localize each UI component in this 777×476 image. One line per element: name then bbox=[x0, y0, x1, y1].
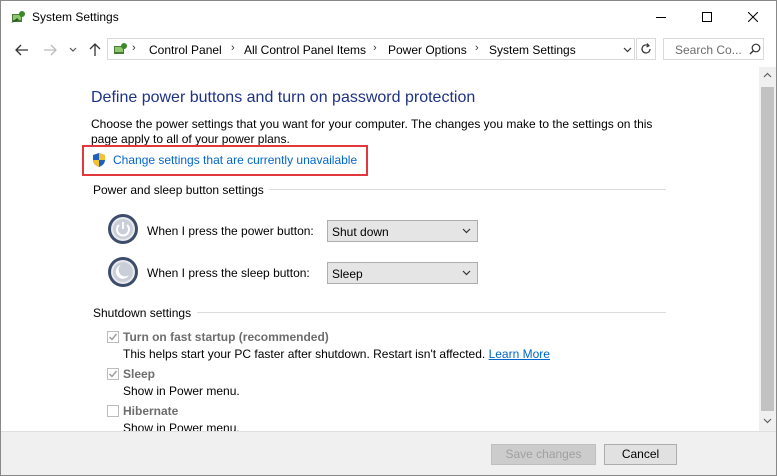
fast-startup-desc-text: This helps start your PC faster after sh… bbox=[123, 347, 486, 361]
window-title: System Settings bbox=[32, 10, 119, 24]
breadcrumb-separator: › bbox=[475, 42, 479, 54]
sleep-checkbox[interactable] bbox=[107, 368, 119, 380]
page-title: Define power buttons and turn on passwor… bbox=[91, 89, 476, 106]
hibernate-option-label: Hibernate bbox=[123, 404, 179, 418]
back-button[interactable] bbox=[13, 42, 31, 58]
sleep-option-label: Sleep bbox=[123, 367, 156, 381]
back-arrow-icon bbox=[15, 44, 28, 56]
sleep-option-description: Show in Power menu. bbox=[123, 384, 240, 398]
sleep-button-icon bbox=[108, 257, 138, 287]
forward-button[interactable] bbox=[41, 42, 59, 58]
scrollbar-thumb[interactable] bbox=[761, 87, 774, 411]
chevron-down-icon bbox=[69, 47, 77, 52]
sleep-button-label: When I press the sleep button: bbox=[147, 266, 310, 280]
control-panel-icon bbox=[11, 11, 25, 23]
title-bar: System Settings bbox=[1, 1, 776, 33]
scroll-down-icon[interactable] bbox=[763, 418, 772, 424]
uac-shield-icon bbox=[93, 153, 105, 167]
maximize-button[interactable] bbox=[684, 1, 730, 33]
scroll-up-icon[interactable] bbox=[763, 72, 772, 78]
close-icon bbox=[748, 12, 758, 22]
breadcrumb-separator: › bbox=[373, 42, 377, 54]
save-changes-button[interactable]: Save changes bbox=[491, 444, 596, 465]
checkmark-icon bbox=[109, 333, 118, 341]
cancel-button[interactable]: Cancel bbox=[604, 444, 677, 465]
section-divider bbox=[197, 312, 666, 313]
search-input[interactable]: Search Co... bbox=[663, 38, 764, 60]
shutdown-section-title: Shutdown settings bbox=[93, 306, 192, 320]
chevron-down-icon bbox=[462, 270, 471, 276]
change-settings-link[interactable]: Change settings that are currently unava… bbox=[113, 153, 357, 167]
sleep-button-select[interactable]: Sleep bbox=[327, 262, 478, 284]
search-icon bbox=[749, 43, 761, 55]
up-arrow-icon bbox=[89, 43, 101, 56]
power-section-title: Power and sleep button settings bbox=[93, 183, 264, 197]
fast-startup-checkbox[interactable] bbox=[107, 331, 119, 343]
refresh-button[interactable] bbox=[636, 38, 656, 60]
system-settings-window: System Settings › Control Panel › All Co… bbox=[0, 0, 777, 476]
minimize-icon bbox=[656, 17, 666, 18]
breadcrumb-system-settings[interactable]: System Settings bbox=[489, 43, 576, 57]
power-button-label: When I press the power button: bbox=[147, 224, 314, 238]
forward-arrow-icon bbox=[44, 44, 57, 56]
vertical-scrollbar[interactable] bbox=[759, 67, 776, 431]
up-button[interactable] bbox=[86, 42, 104, 58]
breadcrumb-separator: › bbox=[231, 42, 235, 54]
section-divider bbox=[269, 189, 666, 190]
fast-startup-description: This helps start your PC faster after sh… bbox=[123, 347, 550, 361]
fast-startup-label: Turn on fast startup (recommended) bbox=[123, 330, 329, 344]
minimize-button[interactable] bbox=[638, 1, 684, 33]
breadcrumb-all-items[interactable]: All Control Panel Items bbox=[244, 43, 366, 57]
power-button-value: Shut down bbox=[332, 225, 389, 239]
breadcrumb-control-panel[interactable]: Control Panel bbox=[149, 43, 222, 57]
search-placeholder: Search Co... bbox=[675, 43, 742, 57]
footer-bar: Save changes Cancel bbox=[1, 431, 776, 475]
recent-locations-button[interactable] bbox=[67, 42, 79, 58]
breadcrumb-power-options[interactable]: Power Options bbox=[388, 43, 467, 57]
close-button[interactable] bbox=[730, 1, 776, 33]
sleep-button-value: Sleep bbox=[332, 267, 363, 281]
power-button-select[interactable]: Shut down bbox=[327, 220, 478, 242]
chevron-down-icon[interactable] bbox=[623, 47, 632, 53]
address-bar[interactable]: › Control Panel › All Control Panel Item… bbox=[107, 38, 635, 60]
learn-more-link[interactable]: Learn More bbox=[489, 347, 550, 361]
breadcrumb-separator: › bbox=[132, 42, 136, 54]
power-button-icon bbox=[108, 214, 138, 244]
main-content: Define power buttons and turn on passwor… bbox=[1, 67, 759, 431]
hibernate-option-description: Show in Power menu. bbox=[123, 421, 240, 431]
hibernate-checkbox[interactable] bbox=[107, 405, 119, 417]
maximize-icon bbox=[702, 12, 712, 22]
control-panel-icon bbox=[114, 43, 127, 54]
checkmark-icon bbox=[109, 370, 118, 378]
page-description: Choose the power settings that you want … bbox=[91, 117, 653, 146]
chevron-down-icon bbox=[462, 228, 471, 234]
refresh-icon bbox=[641, 43, 651, 54]
